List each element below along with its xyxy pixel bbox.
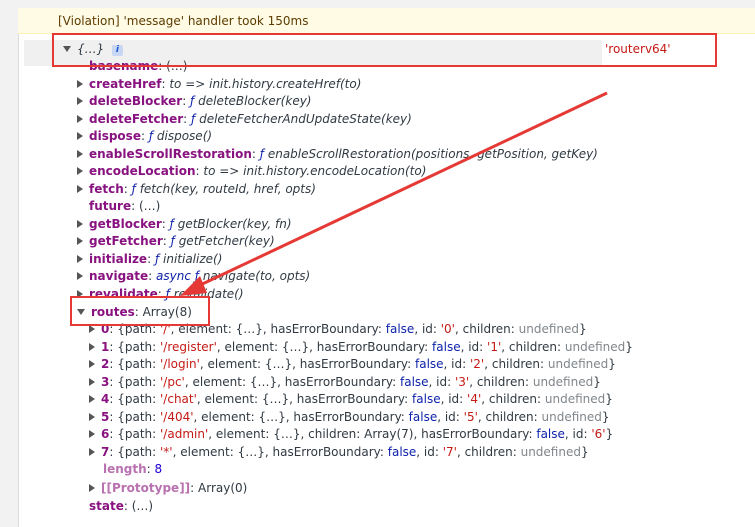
annotation-arrow [180, 91, 608, 296]
